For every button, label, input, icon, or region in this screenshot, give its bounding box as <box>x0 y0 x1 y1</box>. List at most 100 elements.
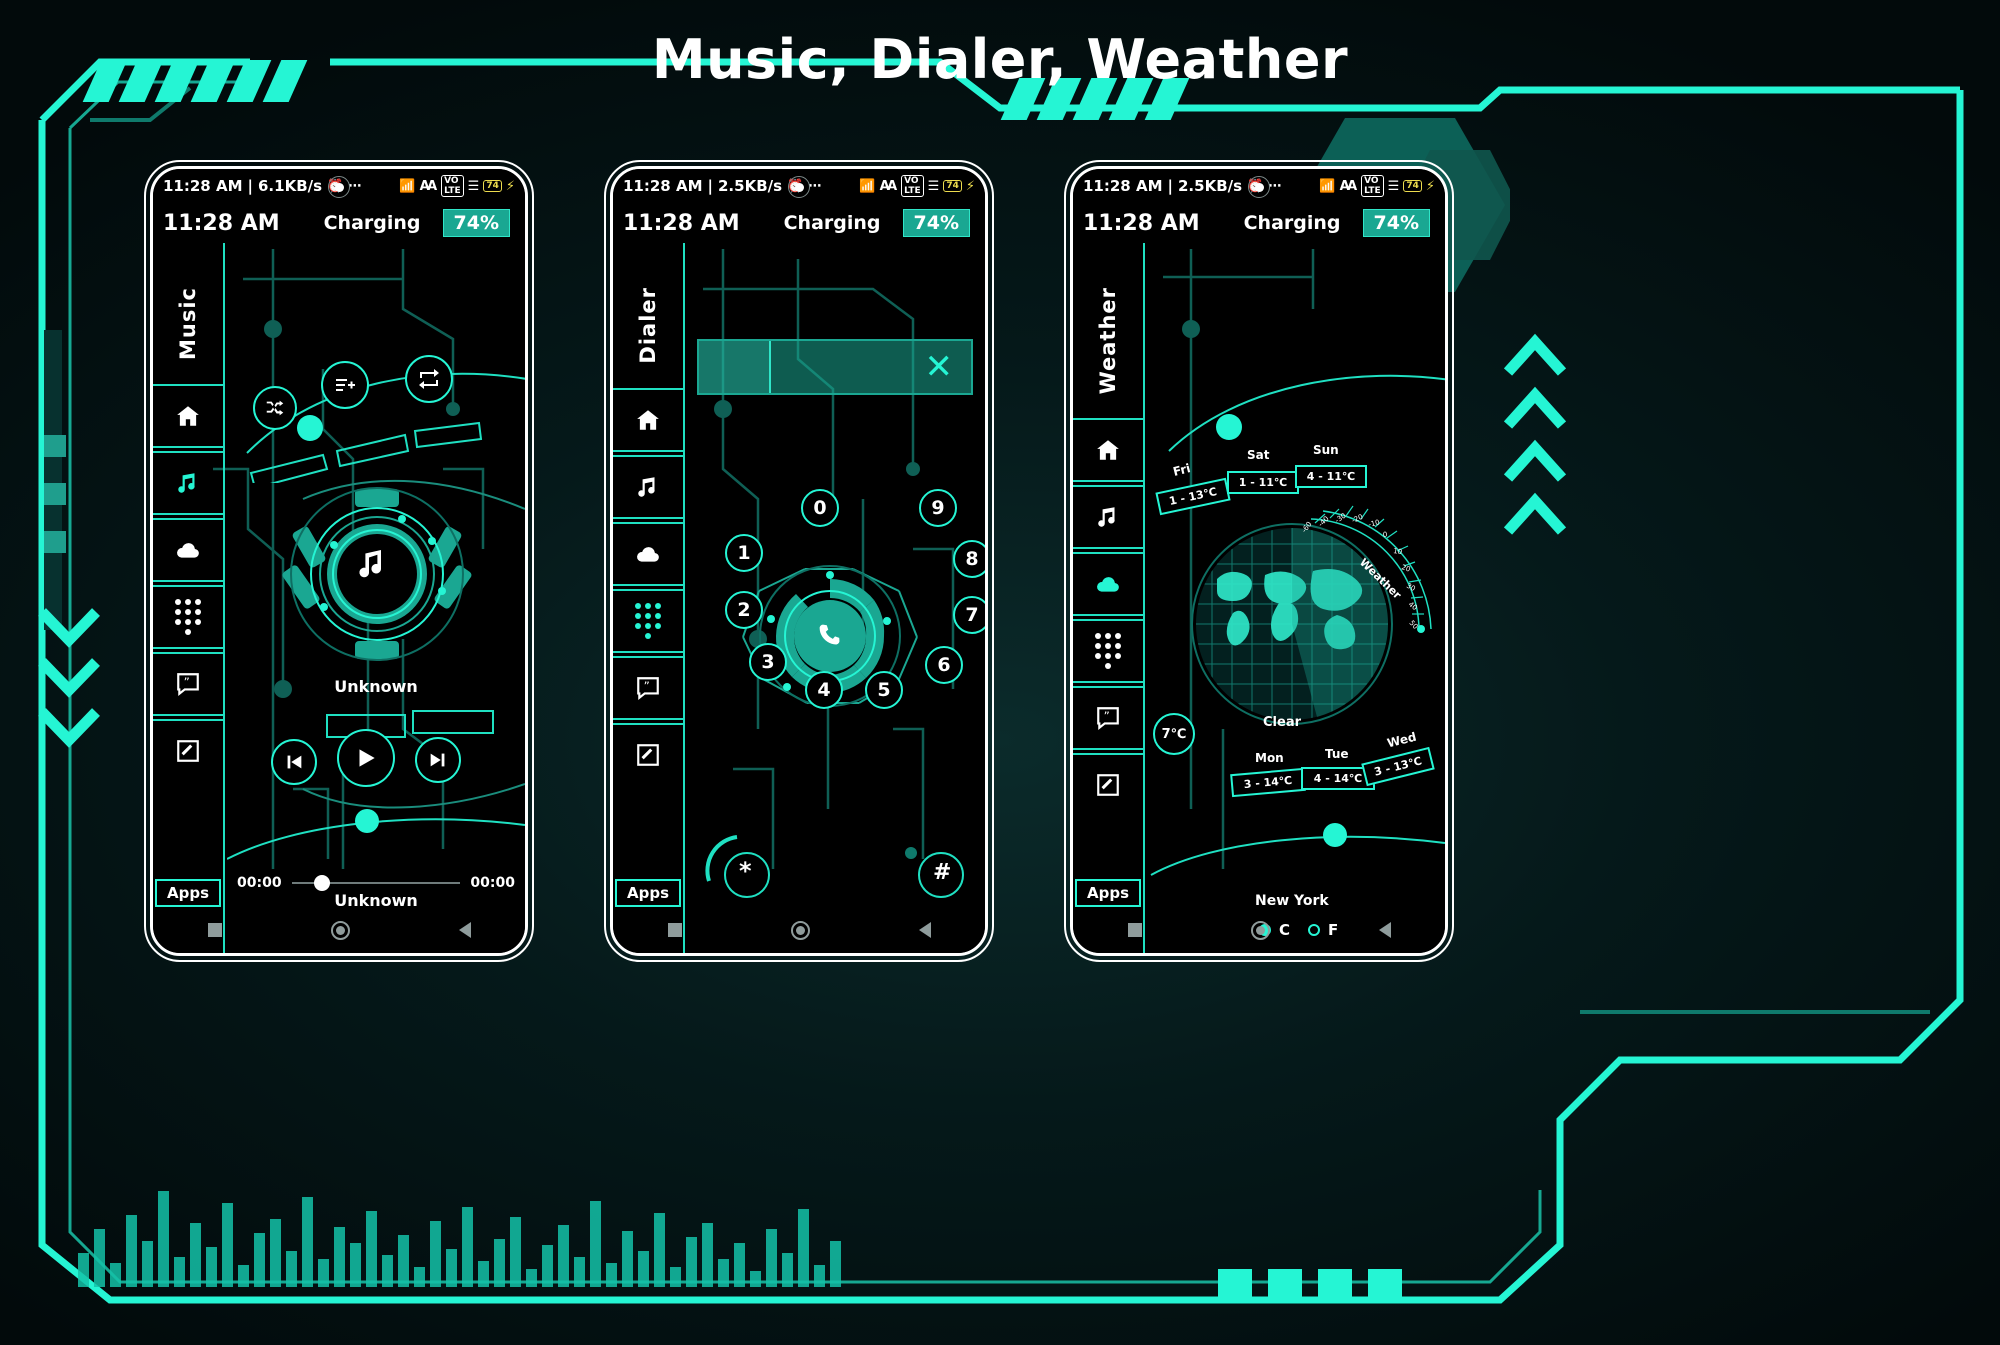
home-nav-button[interactable] <box>1250 920 1270 940</box>
rail-divider <box>613 717 684 720</box>
sidebar-item-notes[interactable] <box>153 721 224 781</box>
weather-gauge: -60 -40 -30 -20 -10 0 10 20 30 40 50 Wea… <box>1300 505 1432 633</box>
sidebar-item-home[interactable] <box>153 386 224 446</box>
screen-music: 11:28 AM | 6.1KB/s ⏰ ⋯ 📶 Ꜳ VOLTE ☰ 74 ⚡ <box>153 169 525 953</box>
sidebar-item-notes[interactable] <box>613 725 684 785</box>
time-elapsed: 00:00 <box>237 875 282 891</box>
recents-button[interactable] <box>207 923 222 937</box>
sidebar-item-music[interactable] <box>153 453 224 513</box>
home-icon <box>177 406 199 426</box>
dial-key-hash[interactable]: # <box>933 860 951 885</box>
sidebar-item-notes[interactable] <box>1073 755 1144 815</box>
music-disc[interactable] <box>282 479 472 669</box>
sidebar-item-dialer[interactable] <box>613 591 684 651</box>
apps-button[interactable]: Apps <box>614 879 681 907</box>
recents-button[interactable] <box>1127 923 1142 937</box>
cloud-icon <box>637 546 659 562</box>
clock-large: 11:28 AM <box>163 210 280 236</box>
weather-condition: Clear <box>1263 715 1301 730</box>
sidebar-item-weather[interactable] <box>613 524 684 584</box>
dial-key-7[interactable]: 7 <box>953 596 985 634</box>
message-quote-icon: ” <box>637 676 659 700</box>
android-navbar-music <box>153 907 525 953</box>
forecast-day-tue: Tue <box>1325 747 1349 761</box>
sidebar-item-messages[interactable]: ” <box>613 658 684 718</box>
signal-bars-icon: ☰ <box>467 178 480 194</box>
rail-divider <box>153 714 224 716</box>
sidebar-item-home[interactable] <box>1073 420 1144 480</box>
dial-key-6[interactable]: 6 <box>925 646 963 684</box>
svg-text:30: 30 <box>1405 582 1417 593</box>
dial-key-4[interactable]: 4 <box>805 671 843 709</box>
status-netspeed: 2.5KB/s <box>1178 177 1243 195</box>
dialer-input-bar[interactable]: ✕ <box>697 339 973 395</box>
rail-divider <box>153 647 224 649</box>
sidebar-item-weather[interactable] <box>1073 554 1144 614</box>
signal-bars-icon: ☰ <box>1387 178 1400 194</box>
sidebar-item-messages[interactable]: ” <box>153 654 224 714</box>
battery-badge: 74 <box>943 180 962 192</box>
status-separator: | <box>1167 177 1173 195</box>
sidebar-item-home[interactable] <box>613 390 684 450</box>
phone-music: 11:28 AM | 6.1KB/s ⏰ ⋯ 📶 Ꜳ VOLTE ☰ 74 ⚡ <box>150 166 528 956</box>
battery-bar <box>978 212 985 234</box>
charging-bolt-icon: ⚡ <box>1425 178 1435 194</box>
repeat-button[interactable] <box>405 355 453 403</box>
current-temperature: 7℃ <box>1153 713 1195 755</box>
sidebar-item-dialer[interactable] <box>153 587 224 647</box>
add-to-playlist-button[interactable] <box>321 361 369 409</box>
back-button[interactable] <box>1378 922 1391 938</box>
dial-key-3[interactable]: 3 <box>749 643 787 681</box>
dial-key-1[interactable]: 1 <box>725 534 763 572</box>
wifi-icon: 📶 <box>859 178 876 194</box>
sidebar-item-dialer[interactable] <box>1073 621 1144 681</box>
sidebar-item-weather[interactable] <box>153 520 224 580</box>
seek-track[interactable] <box>291 875 461 891</box>
music-note-icon <box>1098 507 1115 528</box>
dial-key-2[interactable]: 2 <box>725 591 763 629</box>
rail-divider <box>153 513 224 515</box>
back-button[interactable] <box>918 922 931 938</box>
more-dots-icon: ⋯ <box>348 178 362 194</box>
android-navbar-weather <box>1073 907 1445 953</box>
dial-key-9[interactable]: 9 <box>919 489 957 527</box>
home-nav-button[interactable] <box>790 920 810 940</box>
chevrons-down-left <box>34 600 104 780</box>
status-separator: | <box>707 177 713 195</box>
content-music: Unknown Unknown 00:00 00:00 <box>227 243 525 953</box>
recents-button[interactable] <box>667 923 682 937</box>
svg-text:”: ” <box>644 679 650 693</box>
music-transport-plates <box>326 710 494 738</box>
cloud-icon <box>1097 577 1119 593</box>
sidebar-item-messages[interactable]: ” <box>1073 688 1144 748</box>
dial-key-star[interactable]: * <box>739 857 752 885</box>
forecast-range-fri: 1 - 13℃ <box>1155 477 1231 516</box>
back-button[interactable] <box>458 922 471 938</box>
dial-key-5[interactable]: 5 <box>865 671 903 709</box>
repeat-icon <box>419 369 439 389</box>
sidebar-item-music[interactable] <box>613 457 684 517</box>
wifi-icon: 📶 <box>399 178 416 194</box>
apps-button[interactable]: Apps <box>154 879 221 907</box>
seek-knob[interactable] <box>313 875 330 891</box>
sidebar-music: Music ” Apps <box>153 243 225 953</box>
volte-icon: VO LTE <box>901 175 924 197</box>
battery-percent: 74% <box>902 209 970 237</box>
apps-button[interactable]: Apps <box>1074 879 1141 907</box>
dial-key-0[interactable]: 0 <box>801 489 839 527</box>
edit-note-icon <box>637 743 659 766</box>
message-quote-icon: ” <box>1097 707 1119 731</box>
dial-key-8[interactable]: 8 <box>953 540 985 578</box>
more-dots-icon: ⋯ <box>1268 178 1282 194</box>
battery-percent: 74% <box>442 209 510 237</box>
battery-badge: 74 <box>1403 180 1422 192</box>
shuffle-button[interactable] <box>253 386 297 430</box>
rail-divider <box>1073 748 1144 751</box>
svg-text:”: ” <box>1104 710 1110 724</box>
seek-bar[interactable]: 00:00 00:00 <box>237 875 515 891</box>
forecast-day-mon: Mon <box>1255 751 1284 765</box>
sidebar-item-music[interactable] <box>1073 487 1144 547</box>
home-nav-button[interactable] <box>330 920 350 940</box>
cloud-icon <box>177 543 199 558</box>
close-x-icon[interactable]: ✕ <box>925 350 954 384</box>
